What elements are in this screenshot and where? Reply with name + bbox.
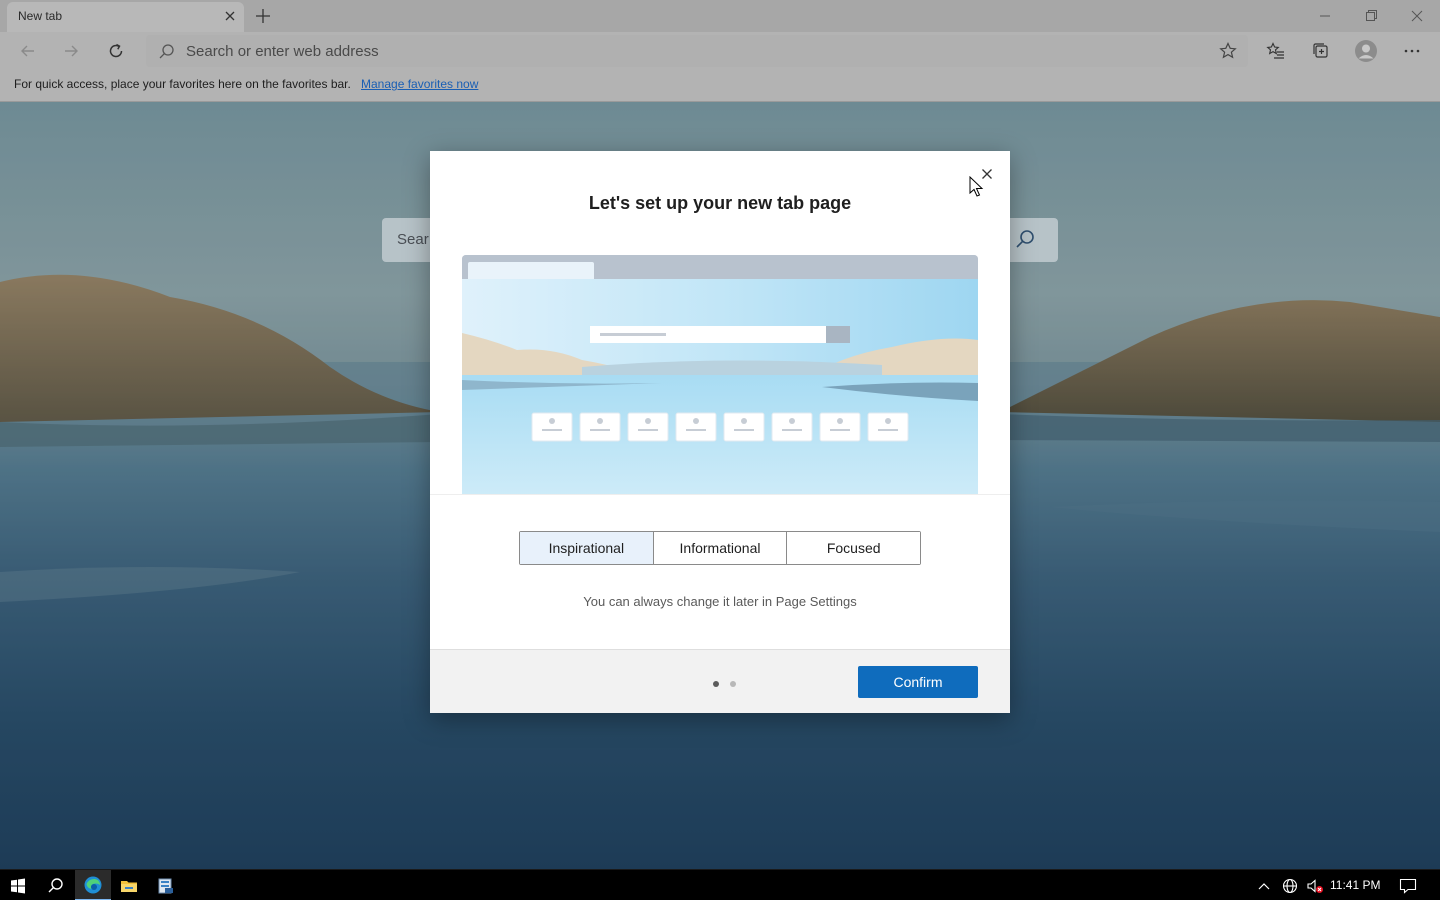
pagination-dots — [713, 681, 736, 687]
favorites-bar-message: For quick access, place your favorites h… — [14, 77, 351, 91]
layout-preview-image — [462, 255, 978, 495]
more-icon[interactable] — [1400, 39, 1424, 63]
option-inspirational[interactable]: Inspirational — [520, 532, 654, 564]
option-focused[interactable]: Focused — [787, 532, 921, 564]
favorites-icon[interactable] — [1264, 39, 1288, 63]
search-icon[interactable] — [1014, 228, 1036, 253]
option-informational[interactable]: Informational — [653, 532, 788, 564]
restore-icon[interactable] — [1360, 6, 1382, 26]
star-add-icon[interactable] — [1216, 39, 1240, 63]
chevron-up-icon[interactable] — [1249, 870, 1279, 900]
dialog-footer: Confirm — [430, 649, 1010, 713]
setup-dialog: Let's set up your new tab page Inspirati… — [430, 151, 1010, 713]
windows-start-icon[interactable] — [0, 870, 36, 900]
taskbar-clock[interactable]: 11:41 PM — [1330, 878, 1380, 892]
volume-muted-icon[interactable] — [1302, 870, 1328, 900]
network-icon[interactable] — [1277, 870, 1303, 900]
tab-title: New tab — [18, 9, 63, 23]
browser-toolbar — [0, 32, 1440, 70]
tab-new-tab[interactable]: New tab — [7, 2, 244, 32]
server-manager-icon[interactable] — [148, 870, 184, 900]
new-tab-icon[interactable] — [252, 5, 274, 27]
edge-icon[interactable] — [75, 870, 111, 900]
tab-close-icon[interactable] — [222, 8, 238, 24]
confirm-button[interactable]: Confirm — [858, 666, 978, 698]
forward-arrow-icon[interactable] — [59, 39, 83, 63]
back-arrow-icon[interactable] — [16, 39, 40, 63]
close-icon[interactable] — [978, 165, 996, 183]
notification-icon[interactable] — [1392, 870, 1424, 900]
close-window-icon[interactable] — [1406, 6, 1428, 26]
tab-strip: New tab — [0, 0, 1440, 32]
address-input[interactable] — [186, 35, 1086, 67]
refresh-icon[interactable] — [104, 39, 128, 63]
favorites-bar: For quick access, place your favorites h… — [0, 70, 1440, 102]
layout-options: Inspirational Informational Focused — [519, 531, 921, 565]
minimize-icon[interactable] — [1314, 6, 1336, 26]
settings-hint: You can always change it later in Page S… — [583, 594, 857, 609]
page-search-placeholder: Sear — [397, 231, 429, 248]
preview-divider — [430, 494, 1010, 495]
search-icon — [158, 43, 175, 63]
collections-icon[interactable] — [1309, 39, 1333, 63]
dialog-title: Let's set up your new tab page — [588, 193, 852, 213]
page-dot-1[interactable] — [713, 681, 719, 687]
taskbar: 11:41 PM — [0, 869, 1440, 900]
address-bar[interactable] — [146, 35, 1248, 67]
search-icon[interactable] — [37, 870, 73, 900]
page-dot-2[interactable] — [730, 681, 736, 687]
file-explorer-icon[interactable] — [111, 870, 147, 900]
profile-avatar-icon[interactable] — [1354, 39, 1378, 63]
manage-favorites-link[interactable]: Manage favorites now — [361, 77, 478, 91]
